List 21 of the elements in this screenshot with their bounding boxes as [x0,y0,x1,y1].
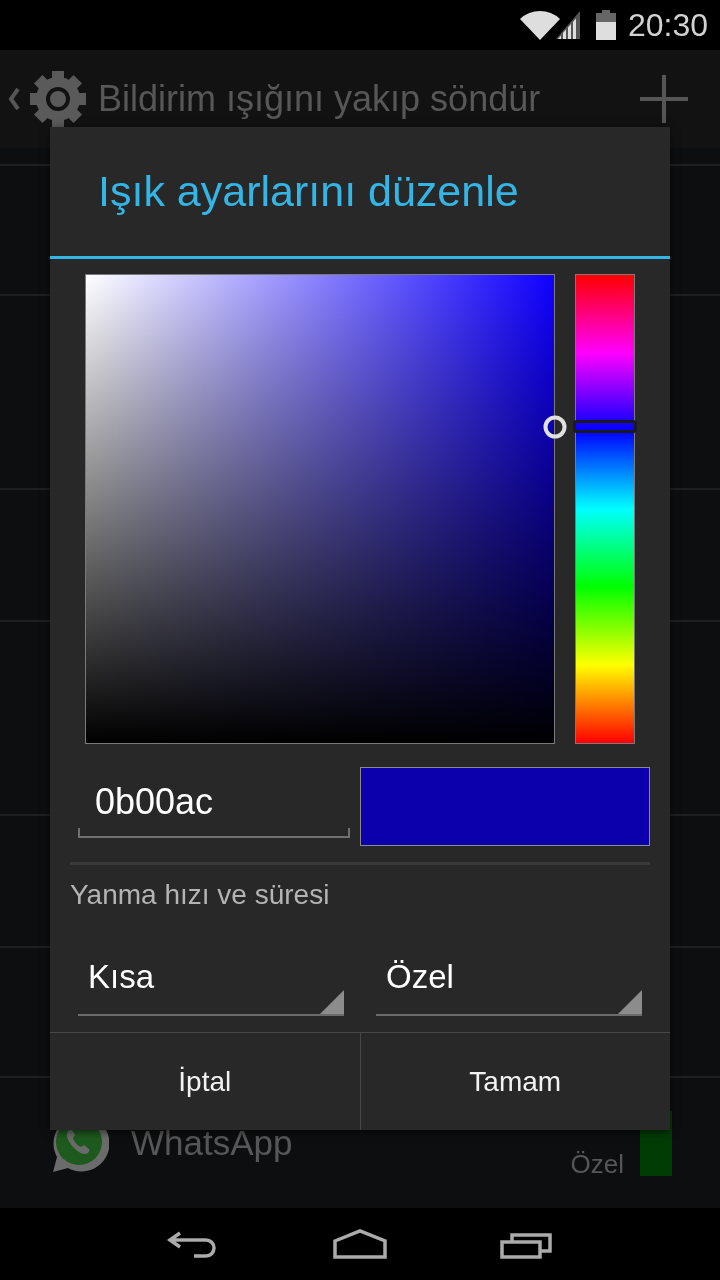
dialog-title: Işık ayarlarını düzenle [98,167,519,216]
home-icon[interactable] [333,1229,387,1259]
hue-slider[interactable] [575,274,635,744]
hue-slider-thumb[interactable] [573,420,637,434]
battery-icon [595,10,616,40]
blink-mode-text: Özel [570,1149,624,1180]
signal-icon [555,11,580,39]
dropdown-triangle-icon [618,990,642,1014]
picker-ring-icon[interactable] [543,414,567,439]
section-label: Yanma hızı ve süresi [70,878,330,912]
app-title: Bildirim ışığını yakıp söndür [98,78,541,120]
wifi-icon [519,10,560,40]
dropdown-spinner[interactable]: Özel [376,940,642,1016]
dropdown-spinner[interactable]: Kısa [78,940,344,1016]
dropdown-triangle-icon [320,990,344,1014]
ok-button[interactable]: Tamam [359,1033,670,1130]
add-icon[interactable] [640,75,688,123]
saturation-value-square[interactable] [85,274,555,744]
chevron-left-icon[interactable] [8,87,20,111]
gear-icon[interactable] [28,69,88,129]
clock-text: 20:30 [627,7,708,43]
